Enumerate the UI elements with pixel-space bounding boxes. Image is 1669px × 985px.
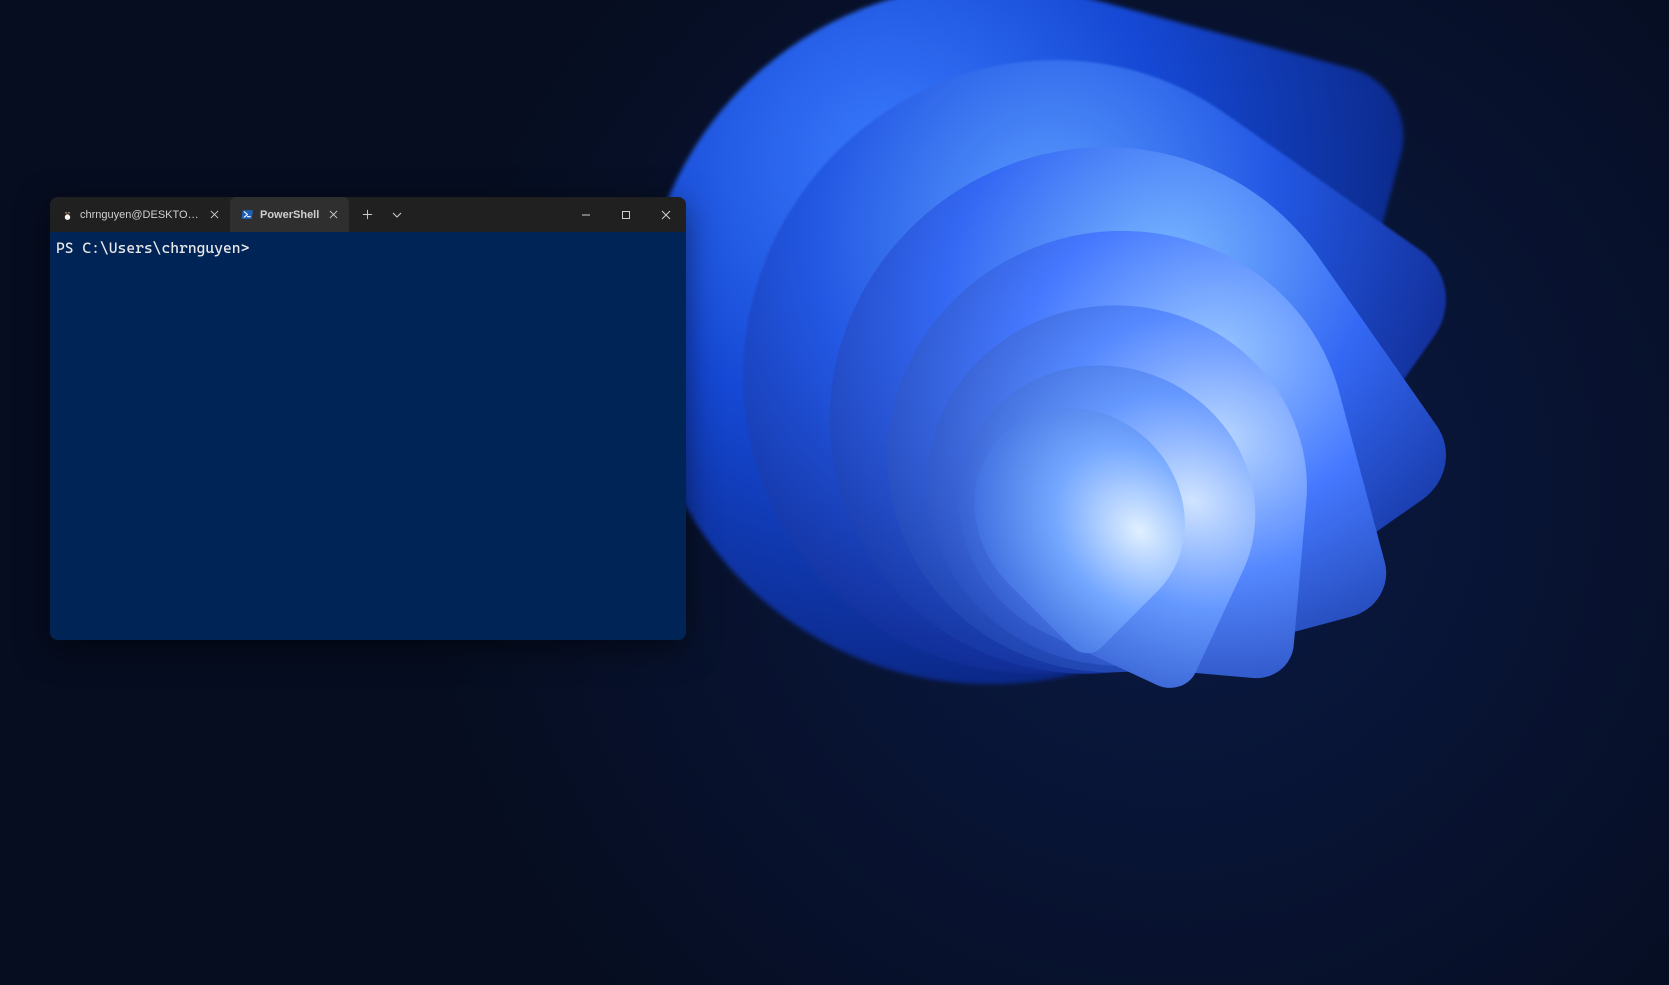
titlebar-drag-region[interactable]	[411, 197, 566, 232]
windows-terminal-window: chrnguyen@DESKTOP-LT7NSCG: ~ Pow	[50, 197, 686, 640]
tab-powershell[interactable]: PowerShell	[230, 197, 349, 232]
tab-label: PowerShell	[260, 209, 319, 221]
titlebar[interactable]: chrnguyen@DESKTOP-LT7NSCG: ~ Pow	[50, 197, 686, 232]
powershell-icon	[240, 208, 254, 222]
tab-close-button[interactable]	[206, 207, 222, 223]
close-window-button[interactable]	[646, 197, 686, 232]
close-icon	[210, 210, 219, 219]
terminal-content[interactable]: PS C:\Users\chrnguyen>	[50, 232, 686, 640]
plus-icon	[362, 209, 373, 220]
window-controls	[566, 197, 686, 232]
tab-close-button[interactable]	[325, 207, 341, 223]
tab-controls	[349, 197, 411, 232]
tabs-area: chrnguyen@DESKTOP-LT7NSCG: ~ Pow	[50, 197, 349, 232]
prompt: PS C:\Users\chrnguyen>	[56, 239, 249, 257]
chevron-down-icon	[392, 212, 402, 218]
maximize-button[interactable]	[606, 197, 646, 232]
tab-wsl[interactable]: chrnguyen@DESKTOP-LT7NSCG: ~	[50, 197, 230, 232]
tab-dropdown-button[interactable]	[383, 201, 411, 229]
new-tab-button[interactable]	[353, 201, 381, 229]
minimize-button[interactable]	[566, 197, 606, 232]
wsl-tux-icon	[60, 208, 74, 222]
tab-label: chrnguyen@DESKTOP-LT7NSCG: ~	[80, 209, 200, 221]
minimize-icon	[581, 210, 591, 220]
close-icon	[329, 210, 338, 219]
maximize-icon	[621, 210, 631, 220]
close-icon	[661, 210, 671, 220]
